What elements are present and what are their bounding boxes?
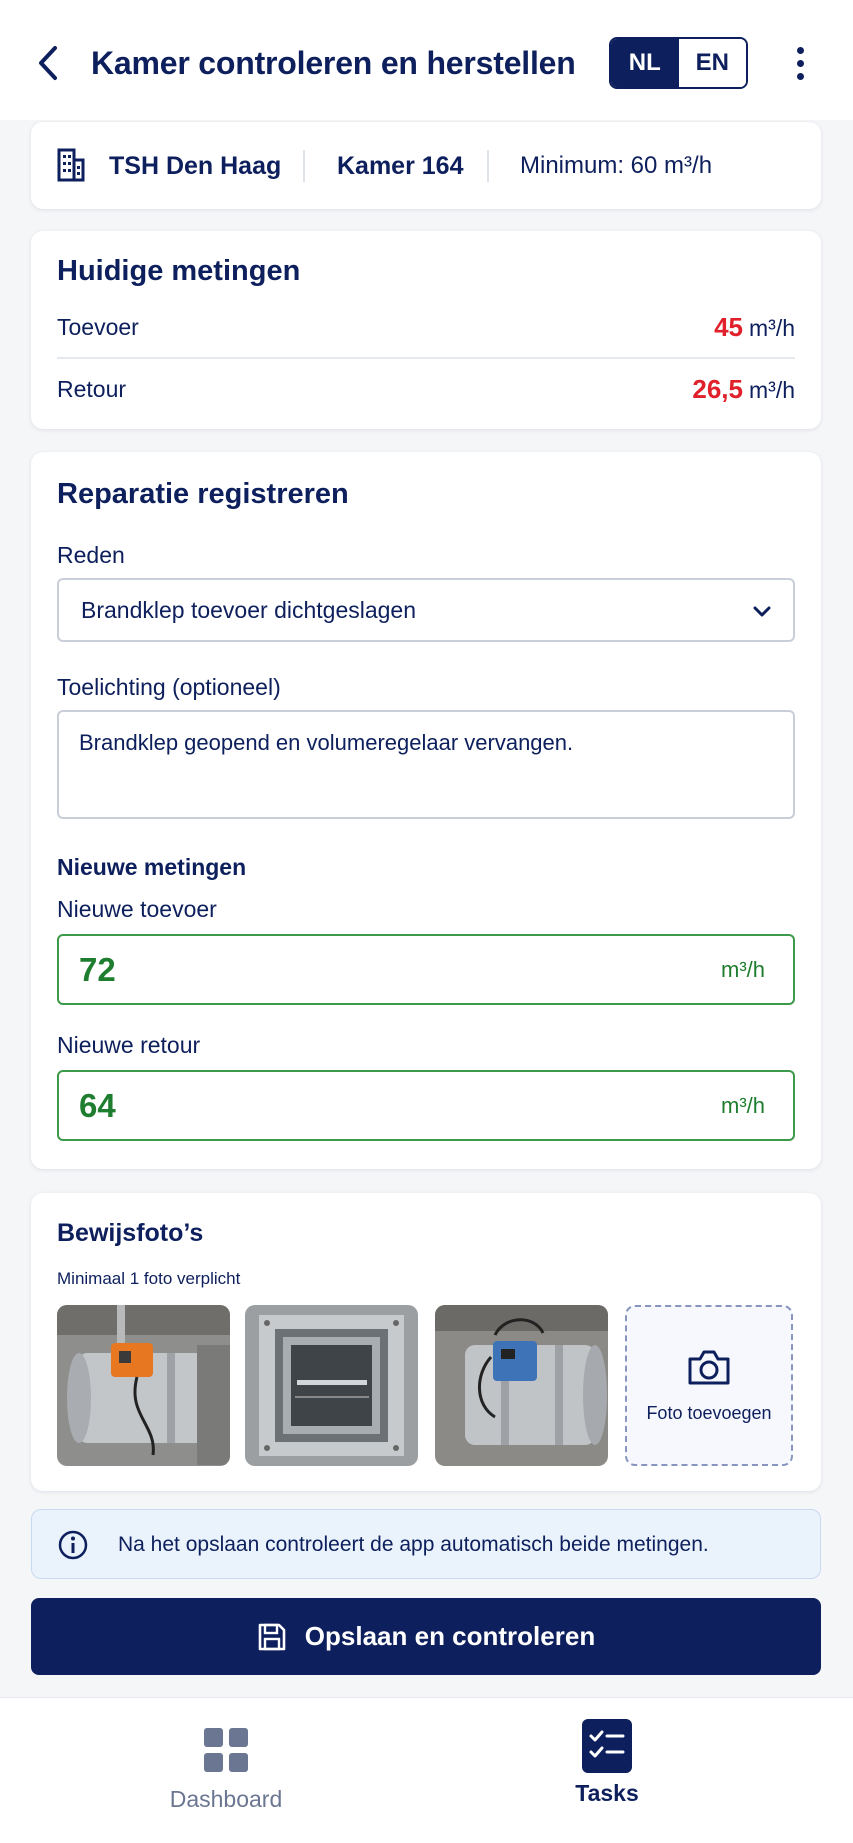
photo-open-damper — [245, 1305, 418, 1466]
save-and-check-button[interactable]: Opslaan en controleren — [31, 1598, 821, 1675]
reason-select[interactable]: Brandklep toevoer dichtgeslagen — [57, 578, 795, 642]
new-measurements-title: Nieuwe metingen — [57, 854, 247, 880]
reason-selected-value: Brandklep toevoer dichtgeslagen — [81, 596, 417, 623]
measurement-label: Toevoer — [57, 313, 139, 340]
dashboard-icon — [204, 1728, 248, 1772]
photo-thumbnail[interactable] — [245, 1305, 418, 1466]
more-vertical-icon — [796, 46, 804, 54]
new-supply-value: 72 — [79, 950, 116, 988]
camera-icon — [688, 1350, 730, 1385]
measurement-value: 26,5 — [692, 373, 743, 404]
more-dot — [796, 59, 804, 67]
photo-thumbnail[interactable] — [57, 1305, 230, 1466]
current-measurements-title: Huidige metingen — [57, 255, 301, 287]
current-measurements-card: Huidige metingen Toevoer 45 m³/h Retour 2… — [31, 231, 821, 429]
page-title: Kamer controleren en herstellen — [91, 45, 576, 81]
new-return-label: Nieuwe retour — [57, 1032, 201, 1058]
add-photo-button[interactable]: Foto toevoegen — [625, 1305, 793, 1466]
more-options-button[interactable] — [784, 40, 816, 86]
new-return-value: 64 — [79, 1086, 116, 1124]
back-button[interactable] — [28, 38, 68, 88]
divider — [303, 150, 305, 182]
evidence-photos-card: Bewijsfoto’s Minimaal 1 foto verplicht F… — [31, 1193, 821, 1491]
nav-label-dashboard: Dashboard — [169, 1786, 283, 1812]
reason-label: Reden — [57, 542, 125, 568]
note-label: Toelichting (optioneel) — [57, 674, 281, 700]
new-return-input[interactable]: 64 m³/h — [57, 1070, 795, 1141]
save-icon — [258, 1623, 286, 1650]
language-toggle[interactable]: NL EN — [609, 37, 748, 89]
photo-duct-actuator — [57, 1305, 230, 1466]
photos-subtitle: Minimaal 1 foto verplicht — [57, 1269, 241, 1288]
room-number: Kamer 164 — [337, 152, 464, 180]
lang-option-nl[interactable]: NL — [611, 39, 679, 87]
location-name: TSH Den Haag — [109, 152, 282, 180]
nav-item-tasks[interactable]: Tasks — [457, 1698, 757, 1843]
photo-thumbnail[interactable] — [435, 1305, 608, 1466]
minimum-flow: Minimum: 60 m³/h — [520, 152, 713, 179]
measurement-row-supply: Toevoer 45 m³/h — [57, 297, 795, 357]
save-button-label: Opslaan en controleren — [304, 1621, 596, 1651]
app-header: Kamer controleren en herstellen NL EN — [0, 0, 853, 120]
new-supply-unit: m³/h — [721, 956, 765, 982]
info-notice: Na het opslaan controleert de app automa… — [31, 1509, 821, 1579]
chevron-left-icon — [39, 46, 57, 80]
info-icon — [58, 1530, 88, 1560]
nav-label-tasks: Tasks — [575, 1780, 639, 1806]
note-textarea[interactable]: Brandklep geopend en volumeregelaar verv… — [57, 710, 795, 819]
tasks-checklist-icon — [582, 1719, 632, 1773]
measurement-value-group: 26,5 m³/h — [692, 374, 795, 405]
add-photo-label: Foto toevoegen — [646, 1403, 772, 1423]
chevron-down-icon — [753, 606, 771, 617]
building-icon — [57, 148, 85, 182]
new-supply-input[interactable]: 72 m³/h — [57, 934, 795, 1005]
divider — [487, 150, 489, 182]
measurement-label: Retour — [57, 375, 127, 402]
bottom-navigation: Dashboard Tasks — [0, 1697, 853, 1843]
room-info-bar: TSH Den Haag Kamer 164 Minimum: 60 m³/h — [31, 122, 821, 209]
new-supply-label: Nieuwe toevoer — [57, 896, 217, 922]
nav-item-dashboard[interactable]: Dashboard — [76, 1698, 376, 1843]
photo-volume-regulator — [435, 1305, 608, 1466]
measurement-row-return: Retour 26,5 m³/h — [57, 359, 795, 419]
measurement-value-group: 45 m³/h — [714, 312, 795, 343]
repair-title: Reparatie registreren — [57, 478, 349, 510]
measurement-value: 45 — [714, 311, 743, 342]
lang-option-en[interactable]: EN — [678, 39, 746, 87]
measurement-unit: m³/h — [749, 314, 795, 341]
info-notice-text: Na het opslaan controleert de app automa… — [118, 1533, 709, 1556]
repair-registration-card: Reparatie registreren Reden Brandklep to… — [31, 452, 821, 1169]
new-return-unit: m³/h — [721, 1092, 765, 1118]
more-dot — [796, 72, 804, 80]
photos-title: Bewijsfoto’s — [57, 1219, 204, 1247]
measurement-unit: m³/h — [749, 376, 795, 403]
